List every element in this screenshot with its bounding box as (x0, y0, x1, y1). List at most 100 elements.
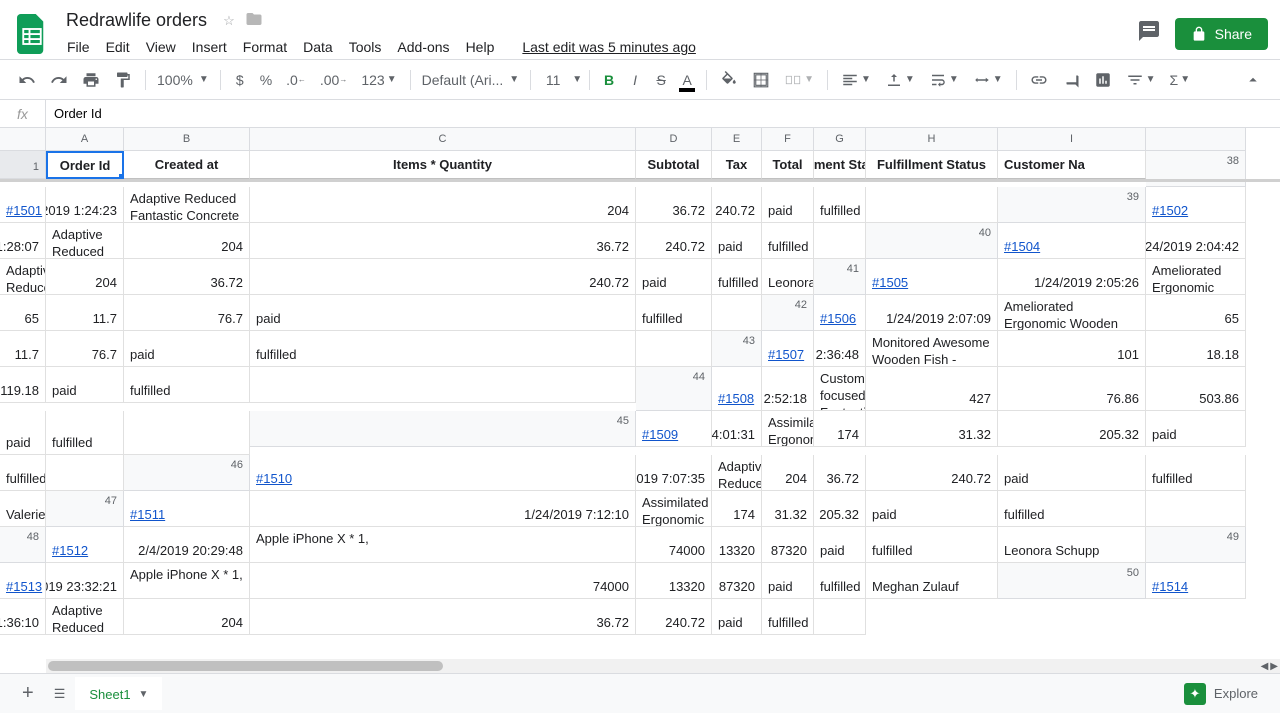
col-header-A[interactable]: A (46, 128, 124, 151)
cell-created[interactable]: 2/4/2019 20:29:48 (124, 527, 250, 563)
text-wrap-button[interactable]: ▼ (923, 67, 965, 93)
cell-customer[interactable]: Leonora Schupp (998, 527, 1146, 563)
cell-order-id[interactable]: #1510 (250, 455, 636, 491)
cell-customer[interactable]: Meghan Zulauf (866, 563, 998, 599)
add-sheet-button[interactable]: + (12, 676, 44, 711)
cell-subtotal[interactable]: 74000 (250, 563, 636, 599)
cell-fulfillment[interactable]: fulfilled (762, 223, 814, 259)
font-family-select[interactable]: Default (Ari...▼ (418, 67, 524, 93)
cell-fulfillment[interactable]: fulfilled (46, 411, 124, 455)
col-header-E[interactable]: E (712, 128, 762, 151)
cell-payment[interactable]: paid (636, 259, 712, 295)
cell-fulfillment[interactable]: fulfilled (1146, 455, 1246, 491)
col-header-D[interactable]: D (636, 128, 712, 151)
cell-total[interactable]: 240.72 (636, 599, 712, 635)
cell-total[interactable]: 76.7 (46, 331, 124, 367)
cell-created[interactable]: 1/24/2019 2:04:42 (1146, 223, 1246, 259)
cell-tax[interactable]: 31.32 (762, 491, 814, 527)
cell-tax[interactable]: 31.32 (866, 411, 998, 447)
row-header-45[interactable]: 45 (250, 411, 636, 447)
cell-order-id[interactable]: #1509 (636, 411, 712, 447)
cell-items[interactable]: Adaptive Reduced Fantastic Concrete Tuna… (712, 455, 762, 491)
formula-input[interactable] (46, 106, 1280, 121)
share-button[interactable]: Share (1175, 18, 1268, 50)
cell-payment[interactable]: paid (0, 411, 46, 455)
functions-button[interactable]: Σ▼ (1164, 67, 1197, 93)
cell-subtotal[interactable]: 204 (124, 599, 250, 635)
menu-edit[interactable]: Edit (99, 35, 137, 59)
menu-data[interactable]: Data (296, 35, 340, 59)
cell-customer[interactable] (866, 187, 998, 223)
cell-tax[interactable]: 18.18 (1146, 331, 1246, 367)
text-rotate-button[interactable]: ▼ (967, 67, 1009, 93)
col-header-F[interactable]: F (762, 128, 814, 151)
cell-payment[interactable]: paid (762, 563, 814, 599)
document-title[interactable]: Redrawlife orders (60, 8, 213, 33)
cell-payment[interactable]: paid (1146, 411, 1246, 447)
cell-tax[interactable]: 36.72 (636, 187, 712, 223)
italic-button[interactable]: I (623, 67, 647, 93)
col-header-G[interactable]: G (814, 128, 866, 151)
collapse-toolbar-icon[interactable] (1238, 67, 1268, 93)
cell-customer[interactable] (1146, 491, 1246, 527)
comments-icon[interactable] (1137, 19, 1161, 49)
menu-view[interactable]: View (139, 35, 183, 59)
print-button[interactable] (76, 67, 106, 93)
filter-button[interactable]: ▼ (1120, 67, 1162, 93)
header-cell-C[interactable]: Items * Quantity (250, 151, 636, 179)
cell-total[interactable]: 240.72 (712, 187, 762, 223)
cell-order-id[interactable]: #1513 (0, 563, 46, 599)
cell-subtotal[interactable]: 204 (250, 187, 636, 223)
font-size-select[interactable]: 11 (538, 67, 568, 93)
insert-link-button[interactable] (1024, 67, 1054, 93)
more-formats-button[interactable]: 123▼ (355, 67, 402, 93)
row-header-43[interactable]: 43 (712, 331, 762, 367)
cell-order-id[interactable]: #1511 (124, 491, 250, 527)
header-cell-H[interactable]: Fulfillment Status (866, 151, 998, 179)
row-header-46[interactable]: 46 (124, 455, 250, 491)
cell-subtotal[interactable]: 204 (46, 259, 124, 295)
col-header-I[interactable]: I (998, 128, 1146, 151)
cell-payment[interactable]: paid (998, 455, 1146, 491)
cell-tax[interactable]: 36.72 (250, 223, 636, 259)
cell-subtotal[interactable]: 174 (712, 491, 762, 527)
all-sheets-button[interactable]: ☰ (44, 680, 76, 708)
cell-tax[interactable]: 36.72 (124, 259, 250, 295)
insert-comment-button[interactable] (1056, 67, 1086, 93)
text-color-button[interactable]: A (675, 67, 699, 93)
redo-button[interactable] (44, 67, 74, 93)
cell-payment[interactable]: paid (866, 491, 998, 527)
cell-total[interactable]: 205.32 (814, 491, 866, 527)
cell-fulfillment[interactable]: fulfilled (814, 563, 866, 599)
cell-customer[interactable]: Valerie Johnson (0, 491, 46, 527)
cell-total[interactable]: 76.7 (124, 295, 250, 331)
row-header-42[interactable]: 42 (762, 295, 814, 331)
horizontal-scrollbar[interactable]: ◀▶ (46, 659, 1280, 673)
cell-payment[interactable]: paid (250, 295, 636, 331)
cell-subtotal[interactable]: 74000 (636, 527, 712, 563)
cell-order-id[interactable]: #1514 (1146, 563, 1246, 599)
fx-icon[interactable]: fx (0, 100, 46, 127)
paint-format-button[interactable] (108, 67, 138, 93)
cell-customer[interactable] (712, 295, 762, 331)
cell-order-id[interactable]: #1502 (1146, 187, 1246, 223)
explore-button[interactable]: ✦ Explore (1174, 677, 1268, 711)
cell-payment[interactable]: paid (712, 223, 762, 259)
increase-decimal-button[interactable]: .00→ (314, 67, 353, 93)
sheet-tab-menu-icon[interactable]: ▼ (139, 689, 149, 700)
row-header-40[interactable]: 40 (866, 223, 998, 259)
cell-customer[interactable] (814, 223, 866, 259)
cell-order-id[interactable]: #1505 (866, 259, 998, 295)
cell-tax[interactable]: 36.72 (250, 599, 636, 635)
row-header-1[interactable]: 1 (0, 151, 46, 179)
cell-fulfillment[interactable]: fulfilled (0, 455, 46, 491)
cell-subtotal[interactable]: 427 (866, 367, 998, 411)
cell-total[interactable]: 87320 (762, 527, 814, 563)
cell-payment[interactable]: paid (46, 367, 124, 403)
cell-fulfillment[interactable]: fulfilled (762, 599, 814, 635)
cell-order-id[interactable]: #1507 (762, 331, 814, 367)
row-header-39[interactable]: 39 (998, 187, 1146, 223)
header-cell-D[interactable]: Subtotal (636, 151, 712, 179)
cell-total[interactable]: 119.18 (0, 367, 46, 403)
cell-payment[interactable]: paid (814, 527, 866, 563)
